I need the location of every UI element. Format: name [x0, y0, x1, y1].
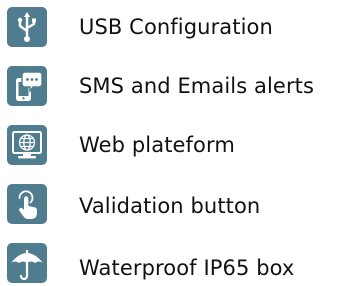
feature-label: Waterproof IP65 box — [79, 256, 295, 280]
feature-item-web-plateform: Web plateform — [7, 125, 343, 165]
pointer-hand-icon — [7, 184, 47, 224]
feature-item-validation-button: Validation button — [7, 184, 343, 224]
feature-label: Validation button — [79, 194, 261, 218]
feature-item-usb-configuration: USB Configuration — [7, 7, 343, 47]
web-globe-monitor-icon — [7, 125, 47, 165]
feature-list: USB Configuration SMS and Emails alerts — [7, 7, 343, 283]
feature-label: Web plateform — [79, 133, 235, 157]
feature-label: USB Configuration — [79, 15, 273, 39]
feature-label: SMS and Emails alerts — [79, 74, 315, 98]
feature-item-sms-emails-alerts: SMS and Emails alerts — [7, 66, 343, 106]
usb-icon — [7, 7, 47, 47]
umbrella-icon — [7, 243, 47, 283]
feature-item-waterproof-ip65-box: Waterproof IP65 box — [7, 243, 343, 283]
sms-email-phone-icon — [7, 66, 47, 106]
